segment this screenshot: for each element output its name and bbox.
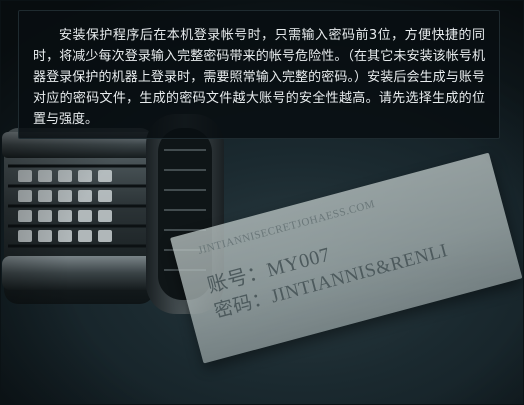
info-panel: 安装保护程序后在本机登录帐号时，只需输入密码前3位，方便快捷的同时，将减少每次登… (18, 10, 500, 139)
protection-description-text: 安装保护程序后在本机登录帐号时，只需输入密码前3位，方便快捷的同时，将减少每次登… (33, 28, 485, 127)
login-protection-setup-window: JINTIANNISECRETJOHAESS.COM 账号：MY007 密码：J… (0, 0, 524, 405)
